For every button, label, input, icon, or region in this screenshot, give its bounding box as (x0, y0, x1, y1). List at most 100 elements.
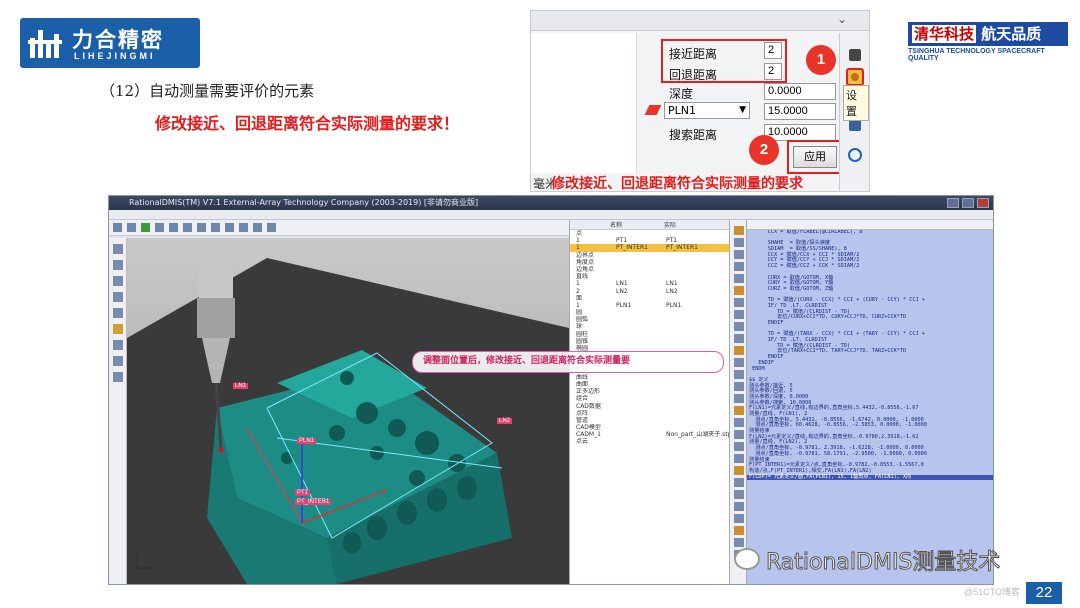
tree-cell: Non_part_山湖夹子.stp (666, 431, 729, 439)
code-tool-icon (734, 454, 744, 463)
chevron-down-icon[interactable]: ⌄ (837, 12, 847, 26)
plane-icon (644, 105, 662, 115)
tree-cell: 圆 (576, 309, 583, 317)
step-marker-2: 2 (749, 135, 779, 165)
tree-cell: 边界点 (576, 251, 595, 259)
code-toolbar (747, 220, 993, 230)
panel-caption: 修改接近、回退距离符合实际测量的要求 (551, 176, 803, 192)
close-button[interactable] (977, 198, 989, 208)
tree-cell: 角度点 (576, 258, 595, 266)
tree-cell: 边角点 (576, 265, 595, 273)
tree-cell: LN2 (616, 287, 628, 295)
tree-row[interactable]: 球 (570, 323, 729, 330)
tree-cell: 1 (576, 237, 580, 245)
part-model-render (127, 238, 569, 584)
label-pt-inter1: PT_INTER1 (295, 499, 332, 505)
depth-label: 深度 (669, 87, 694, 101)
tree-row[interactable]: CAD数据 (570, 403, 729, 410)
search-distance-field[interactable]: 10.0000 (764, 124, 836, 141)
tree-cell: 曲线 (576, 373, 589, 381)
tree-row[interactable]: CAD模型 (570, 424, 729, 431)
plane-offset-field[interactable]: 15.0000 (764, 103, 836, 120)
depth-field[interactable]: 0.0000 (764, 83, 836, 100)
tree-row[interactable]: CADM_1 Non_part_山湖夹子.stp (570, 431, 729, 438)
window-controls (947, 198, 989, 208)
wechat-icon (734, 548, 760, 570)
highlight-box-distances (661, 39, 787, 83)
code-tool-icon (734, 250, 744, 259)
tree-row[interactable]: 圆锥 (570, 338, 729, 345)
tree-cell: 直线 (576, 273, 589, 281)
viewport-left-toolbar (109, 238, 127, 584)
toolbar-icons[interactable] (109, 220, 569, 236)
tree-row[interactable]: 1 LN1 LN1 (570, 280, 729, 287)
tree-row[interactable]: 角度点 (570, 259, 729, 266)
code-tool-icon (734, 262, 744, 271)
tree-cell: 组合 (576, 395, 589, 403)
left-tool-icons[interactable] (109, 238, 127, 438)
code-tool-icon (734, 238, 744, 247)
tree-cell: PLN1 (616, 301, 632, 309)
tree-row[interactable]: 边界点 (570, 252, 729, 259)
tree-row[interactable]: 点阵 (570, 410, 729, 417)
code-tool-icon (734, 334, 744, 343)
code-tool-icon (734, 370, 744, 379)
minimize-button[interactable] (947, 198, 959, 208)
tree-row[interactable]: 直线 (570, 273, 729, 280)
tree-row[interactable]: 曲线 (570, 374, 729, 381)
step-marker-1: 1 (806, 45, 836, 75)
code-tool-icon (734, 526, 744, 535)
tree-row[interactable]: 圆弧 (570, 316, 729, 323)
tree-cell: PLN1 (666, 301, 682, 309)
tree-cell: PT_INTER1 (666, 244, 698, 252)
tree-cell: 管道 (576, 416, 589, 424)
code-tool-icon (734, 226, 744, 235)
tree-header: 名称 实际 (570, 220, 729, 230)
maximize-button[interactable] (962, 198, 974, 208)
code-tool-icon (734, 358, 744, 367)
tree-row[interactable]: 正多边形 (570, 388, 729, 395)
tree-row[interactable]: 2 LN2 LN2 (570, 288, 729, 295)
dmis-program-editor[interactable]: CCX = 取值/FLABEL(@CIRLABEL), 8 SHAHE = 取值… (747, 230, 993, 584)
tree-cell: 正多边形 (576, 388, 601, 396)
label-pln1: PLN1 (297, 438, 317, 444)
blog-credit: @51CTO博客 (964, 587, 1020, 597)
instruction-note: 修改接近、回退距离符合实际测量的要求！ (155, 114, 460, 133)
tree-row[interactable]: 管道 (570, 417, 729, 424)
feature-tree[interactable]: 名称 实际 点 1 PT1 PT1 1 PT_INTER1 PT_INTER1 边界点 角度点边… (569, 220, 729, 584)
logo-text-en: LIHEJINGMI (74, 51, 156, 61)
brand-slogan: 清华科技 航天品质 TSINGHUA TECHNOLOGY SPACECRAFT… (908, 22, 1068, 62)
code-line: F(CDP)= 元素定义/面,FA(PLN1), 15, 1轴再点, FA(LN… (747, 474, 993, 481)
tree-row[interactable]: 面 (570, 295, 729, 302)
tree-cell: 点 (576, 230, 583, 237)
brand-right: 航天品质 (981, 25, 1042, 43)
code-tool-icon (734, 382, 744, 391)
highlight-box-apply (787, 140, 843, 174)
tree-row[interactable]: 圆 (570, 309, 729, 316)
tree-row[interactable]: 边角点 (570, 266, 729, 273)
label-pt1: PT1 (295, 490, 311, 496)
tree-cell: PT1 (666, 237, 678, 245)
plane-select[interactable]: PLN1 ▼ (664, 102, 750, 119)
page-number: 22 (1026, 582, 1062, 604)
tree-row[interactable]: 曲面 (570, 381, 729, 388)
tree-row[interactable]: 1 PT_INTER1 PT_INTER1 (570, 244, 729, 252)
tree-row[interactable]: 圆柱 (570, 331, 729, 338)
code-tool-icon (734, 538, 744, 547)
tree-row[interactable]: 1 PT1 PT1 (570, 237, 729, 244)
watermark-text: RationalDMIS测量技术 (765, 550, 1001, 576)
code-tool-icons[interactable] (730, 220, 748, 584)
tree-row[interactable]: 1 PLN1 PLN1 (570, 302, 729, 309)
tree-cell: CAD模型 (576, 424, 601, 432)
tab-strip (109, 210, 993, 220)
tree-cell: 点阵 (576, 409, 589, 417)
code-tool-icon (734, 406, 744, 415)
tree-row[interactable]: 点 (570, 230, 729, 237)
tree-row[interactable]: 点云 (570, 438, 729, 445)
code-tool-icon (734, 478, 744, 487)
tree-row[interactable]: 组合 (570, 395, 729, 402)
search-label: 搜索距离 (669, 128, 718, 142)
tree-col-name: 名称 (610, 222, 623, 229)
label-ln1: LN1 (233, 383, 249, 389)
3d-viewport[interactable]: LN1 PLN1 LN2 PT1 PT_INTER1 (127, 238, 569, 584)
